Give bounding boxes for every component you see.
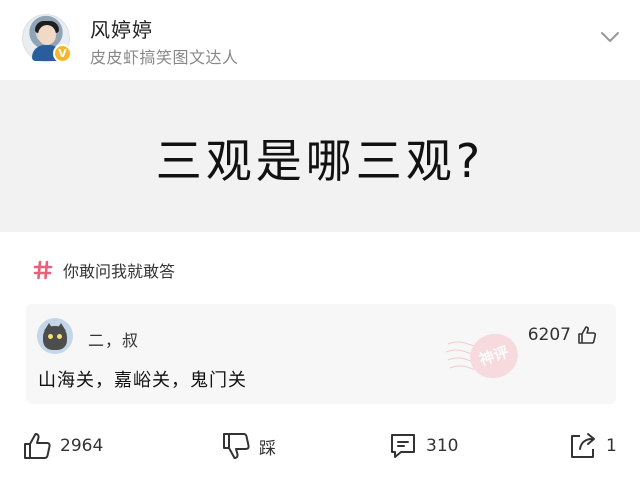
avatar-face bbox=[38, 25, 56, 45]
hashtag-icon bbox=[33, 260, 53, 280]
author-title: 皮皮虾搞笑图文达人 bbox=[90, 48, 239, 67]
share-icon bbox=[571, 433, 595, 458]
commenter-name[interactable]: 二，叔 bbox=[88, 327, 139, 351]
comment-button[interactable]: 310 bbox=[388, 428, 458, 464]
avatar-eye bbox=[57, 334, 62, 339]
share-count: 1 bbox=[606, 436, 617, 456]
like-button[interactable]: 2964 bbox=[22, 428, 103, 464]
comment-text: 山海关，嘉峪关，鬼门关 bbox=[38, 370, 247, 391]
thumbs-down-icon bbox=[223, 433, 250, 459]
like-count: 2964 bbox=[60, 436, 104, 456]
verified-v-icon: V bbox=[53, 44, 72, 63]
commenter-avatar[interactable] bbox=[37, 318, 73, 354]
comment-count: 310 bbox=[426, 436, 459, 456]
thumbs-up-icon bbox=[578, 326, 597, 344]
dislike-button[interactable]: 踩 bbox=[221, 428, 276, 464]
chevron-down-icon[interactable] bbox=[600, 30, 620, 44]
post-image[interactable]: 三观是哪三观? bbox=[0, 80, 640, 232]
share-button[interactable]: 1 bbox=[568, 428, 617, 464]
comment-like-count: 6207 bbox=[527, 325, 571, 345]
topic-tag[interactable]: 你敢问我就敢答 bbox=[33, 256, 175, 284]
comment-like-button[interactable]: 6207 bbox=[528, 325, 597, 345]
hot-comment-card[interactable]: 二，叔 神评 6207 山海关，嘉峪关，鬼门关 bbox=[26, 304, 616, 404]
topic-label: 你敢问我就敢答 bbox=[63, 262, 176, 281]
avatar-cat bbox=[43, 326, 67, 350]
avatar-eye bbox=[48, 334, 53, 339]
dislike-label: 踩 bbox=[259, 438, 276, 459]
comment-bubble-icon bbox=[391, 434, 415, 458]
thumbs-up-icon bbox=[24, 433, 51, 459]
action-toolbar: 2964 踩 310 1 bbox=[0, 420, 640, 472]
god-comment-stamp: 神评 bbox=[446, 333, 518, 379]
author-name[interactable]: 风婷婷 bbox=[90, 14, 153, 43]
post-image-text: 三观是哪三观? bbox=[155, 134, 485, 188]
post-header: V 风婷婷 皮皮虾搞笑图文达人 bbox=[0, 0, 640, 80]
